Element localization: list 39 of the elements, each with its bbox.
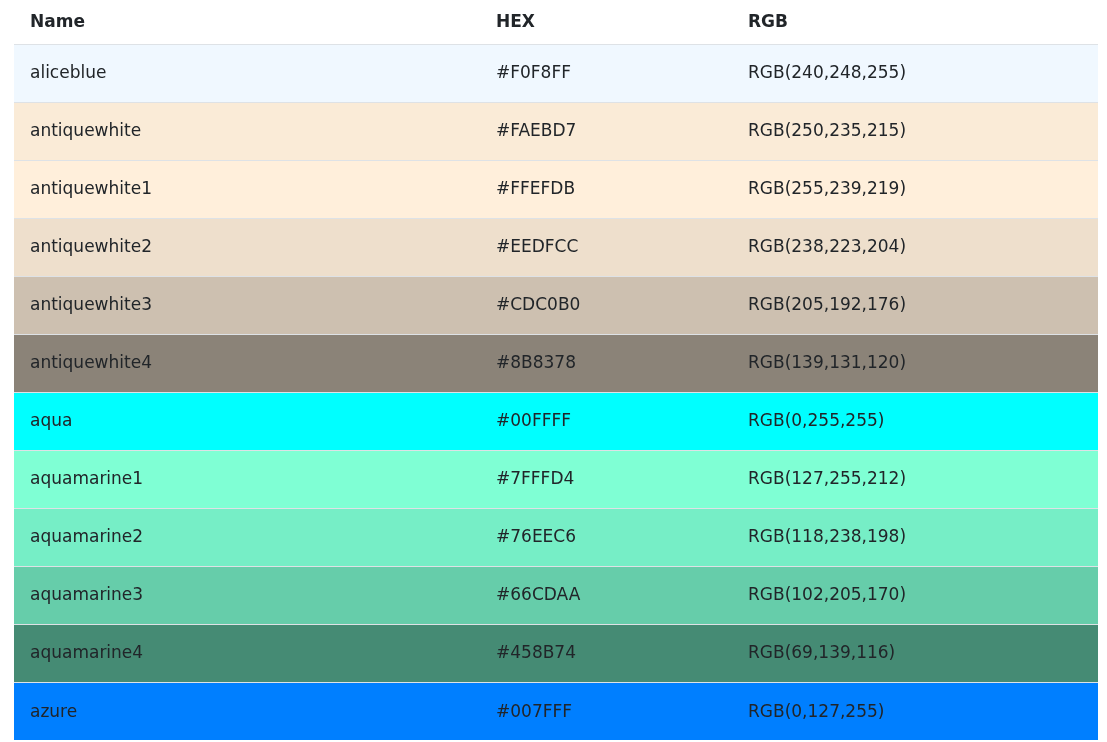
table-cell: aquamarine1 [30, 468, 144, 489]
table-cell: #66CDAA [496, 584, 581, 605]
table-cell: RGB(127,255,212) [748, 468, 907, 489]
table-cell: #F0F8FF [496, 62, 571, 83]
table-cell: RGB(205,192,176) [748, 294, 907, 315]
table-cell: #FFEFDB [496, 178, 576, 199]
table-cell: RGB(118,238,198) [748, 526, 907, 547]
table-cell: RGB(240,248,255) [748, 62, 907, 83]
table-cell: RGB(139,131,120) [748, 352, 907, 373]
column-header: HEX [480, 0, 732, 44]
table-cell: aquamarine2 [30, 526, 144, 547]
table-cell: #458B74 [496, 642, 576, 663]
table-cell: RGB(69,139,116) [748, 642, 896, 663]
table-cell: antiquewhite4 [30, 352, 152, 373]
table-cell: #EEDFCC [496, 236, 579, 257]
table-cell: aqua [30, 410, 73, 431]
table-cell: RGB(238,223,204) [748, 236, 907, 257]
table-cell: RGB(255,239,219) [748, 178, 907, 199]
table-cell: aquamarine4 [30, 642, 144, 663]
table-cell: aquamarine3 [30, 584, 144, 605]
column-header: RGB [732, 0, 1098, 44]
table-cell: #76EEC6 [496, 526, 577, 547]
table-cell: antiquewhite2 [30, 236, 152, 257]
table-cell: #FAEBD7 [496, 120, 577, 141]
table-cell: #007FFF [496, 700, 573, 721]
table-cell: antiquewhite [30, 120, 142, 141]
table-cell: RGB(250,235,215) [748, 120, 907, 141]
table-cell: #00FFFF [496, 410, 571, 431]
table-cell: azure [30, 700, 78, 721]
table-cell: #7FFFD4 [496, 468, 575, 489]
table-cell: RGB(102,205,170) [748, 584, 907, 605]
table-cell: aliceblue [30, 62, 107, 83]
table-cell: antiquewhite3 [30, 294, 152, 315]
table-cell: RGB(0,127,255) [748, 700, 885, 721]
table-cell: antiquewhite1 [30, 178, 152, 199]
table-cell: #8B8378 [496, 352, 576, 373]
column-header: Name [14, 0, 480, 44]
table-cell: RGB(0,255,255) [748, 410, 885, 431]
table-cell: #CDC0B0 [496, 294, 581, 315]
